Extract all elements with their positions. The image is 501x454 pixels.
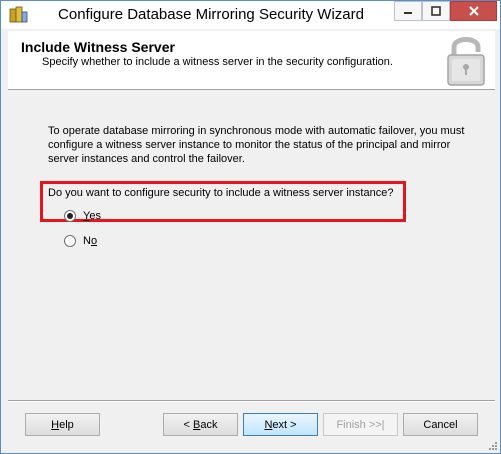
intro-text: To operate database mirroring in synchro… xyxy=(48,125,465,165)
yes-radio-label: Yes xyxy=(83,210,101,222)
close-icon xyxy=(468,6,479,16)
back-button[interactable]: < Back xyxy=(163,413,238,436)
resize-grip-icon[interactable] xyxy=(488,441,498,451)
wizard-content: To operate database mirroring in synchro… xyxy=(8,90,495,394)
no-radio-button[interactable] xyxy=(64,235,76,247)
no-radio-label: No xyxy=(83,235,98,247)
no-radio-option[interactable]: No xyxy=(64,235,97,247)
cancel-button[interactable]: Cancel xyxy=(403,413,478,436)
window-title: Configure Database Mirroring Security Wi… xyxy=(58,6,364,23)
yes-radio-button[interactable] xyxy=(64,210,76,222)
page-subtitle: Specify whether to include a witness ser… xyxy=(42,56,393,68)
yes-radio-option[interactable]: Yes xyxy=(64,210,101,222)
finish-button[interactable]: Finish >>| xyxy=(323,413,398,436)
wizard-header: Include Witness Server Specify whether t… xyxy=(8,31,495,90)
help-button[interactable]: Help xyxy=(25,413,100,436)
title-bar[interactable]: Configure Database Mirroring Security Wi… xyxy=(1,1,500,29)
close-button[interactable] xyxy=(450,1,497,21)
wizard-window: Configure Database Mirroring Security Wi… xyxy=(0,0,501,454)
maximize-button[interactable] xyxy=(422,1,450,21)
minimize-button[interactable] xyxy=(394,1,422,21)
footer-divider xyxy=(8,400,495,402)
padlock-icon xyxy=(447,37,485,86)
minimize-icon xyxy=(404,12,412,14)
page-title: Include Witness Server xyxy=(21,39,175,55)
next-button[interactable]: Next > xyxy=(243,413,318,436)
maximize-icon xyxy=(431,6,441,16)
witness-question: Do you want to configure security to inc… xyxy=(48,187,394,199)
